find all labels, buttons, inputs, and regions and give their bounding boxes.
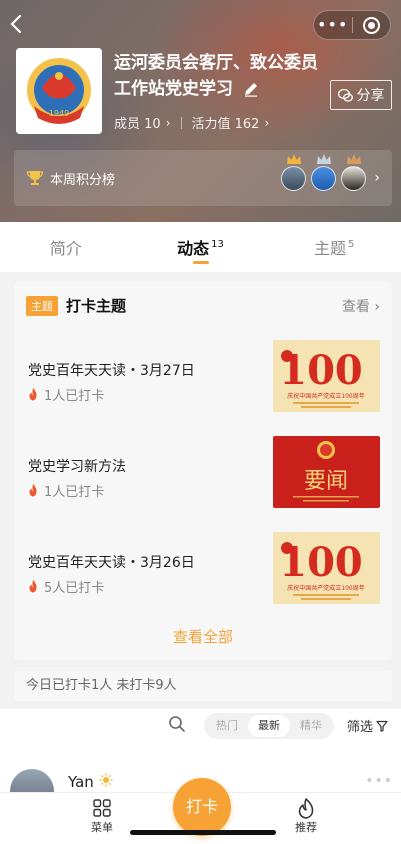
news-image: 要闻 — [273, 436, 380, 508]
segment-latest[interactable]: 最新 — [248, 715, 290, 737]
segment-featured[interactable]: 精华 — [290, 715, 332, 737]
top-ranked-avatars — [281, 153, 367, 191]
svg-text:庆祝中国共产党成立100周年: 庆祝中国共产党成立100周年 — [287, 392, 364, 400]
weekly-rank-bar[interactable]: 本周积分榜 › — [14, 150, 392, 206]
grid-menu-icon — [93, 799, 111, 817]
rank-avatar-1 — [281, 153, 307, 191]
mini-program-capsule: ••• — [313, 10, 391, 40]
topic-item[interactable]: 党史学习新方法 1人已打卡 要闻 — [14, 436, 392, 510]
feed-user-name-text: Yan — [68, 773, 94, 791]
topic-item-title: 党史百年天天读・3月26日 — [28, 555, 195, 571]
topic-item-title: 党史百年天天读・3月27日 — [28, 363, 195, 379]
filter-button[interactable]: 筛选 — [347, 716, 388, 735]
stats-divider — [180, 116, 182, 129]
sort-segmented-control: 热门 最新 精华 — [204, 713, 334, 739]
svg-text:要闻: 要闻 — [304, 469, 348, 494]
home-indicator — [130, 830, 276, 835]
tab-feed-count: 13 — [211, 239, 224, 250]
rank-avatar-2 — [311, 153, 337, 191]
chevron-left-icon — [10, 14, 22, 34]
search-icon[interactable] — [168, 715, 186, 733]
tab-feed-label: 动态 — [177, 239, 210, 258]
feed-filter-row: 热门 最新 精华 筛选 — [0, 709, 401, 743]
chevron-right-icon: › — [374, 299, 380, 315]
topic-item-count-text: 5人已打卡 — [44, 581, 105, 596]
flame-icon — [29, 388, 37, 401]
group-name: 运河委员会客厅、致公委员工作站党史学习 — [114, 50, 324, 102]
more-menu-button[interactable]: ••• — [314, 11, 352, 39]
topic-item-title: 党史学习新方法 — [28, 459, 126, 475]
target-icon — [362, 16, 380, 34]
chevron-right-icon: › — [264, 115, 270, 130]
more-dots-icon: ••• — [317, 15, 349, 34]
share-button[interactable]: 分享 — [330, 80, 392, 110]
view-all-link[interactable]: 查看全部 — [14, 626, 392, 647]
chevron-right-icon: › — [374, 170, 380, 186]
group-logo: 1949 — [16, 48, 102, 134]
share-label: 分享 — [356, 88, 385, 104]
topic-item-count: 1人已打卡 — [28, 385, 104, 404]
centenary-image: 100 庆祝中国共产党成立100周年 — [273, 532, 380, 604]
topic-item-count-text: 1人已打卡 — [44, 485, 105, 500]
feed-user-name[interactable]: Yan — [68, 773, 113, 791]
menu-button[interactable]: 菜单 — [72, 797, 132, 835]
flame-outline-icon — [298, 797, 314, 819]
topic-item[interactable]: 党史百年天天读・3月27日 1人已打卡 100 庆祝中国共产党成立100周年 — [14, 340, 392, 414]
trophy-icon — [26, 171, 44, 185]
tab-feed[interactable]: 动态 13 — [134, 222, 268, 272]
weekly-rank-label: 本周积分榜 — [50, 172, 116, 188]
wechat-icon — [337, 88, 353, 102]
topics-header: 主题 打卡主题 — [26, 295, 126, 316]
view-topics-link[interactable]: 查看 › — [342, 296, 380, 316]
topics-title: 打卡主题 — [66, 297, 127, 315]
topic-tag-badge: 主题 — [26, 295, 58, 316]
filter-funnel-icon — [376, 720, 388, 732]
checkin-topics-card: 主题 打卡主题 查看 › 党史百年天天读・3月27日 1人已打卡 100 庆祝中… — [14, 282, 392, 660]
group-header: ••• 1949 运河委员会客厅、致公委员工作站党史学习 分享 成员 10 › … — [0, 0, 401, 222]
svg-text:1949: 1949 — [49, 109, 69, 118]
activity-label: 活力值 162 — [191, 117, 260, 132]
topic-thumbnail: 100 庆祝中国共产党成立100周年 — [273, 532, 380, 604]
sun-icon — [99, 773, 113, 787]
cppcc-emblem-icon: 1949 — [16, 48, 102, 134]
topic-item-count-text: 1人已打卡 — [44, 389, 105, 404]
tab-intro[interactable]: 简介 — [0, 222, 134, 272]
filter-label: 筛选 — [347, 720, 374, 735]
tab-topics[interactable]: 主题 5 — [267, 222, 401, 272]
crown-gold-icon — [287, 153, 302, 164]
tab-bar: 简介 动态 13 主题 5 — [0, 222, 401, 272]
group-name-text: 运河委员会客厅、致公委员工作站党史学习 — [114, 53, 318, 99]
topic-item-count: 5人已打卡 — [28, 577, 104, 596]
rank-avatar-3 — [341, 153, 367, 191]
more-dots-icon[interactable]: ••• — [365, 773, 393, 789]
flame-icon — [29, 484, 37, 497]
topic-item[interactable]: 党史百年天天读・3月26日 5人已打卡 100 庆祝中国共产党成立100周年 — [14, 532, 392, 606]
recommend-button[interactable]: 推荐 — [276, 797, 336, 835]
topic-item-count: 1人已打卡 — [28, 481, 104, 500]
group-stats: 成员 10 › 活力值 162 › — [114, 113, 270, 133]
tab-intro-label: 简介 — [49, 239, 82, 258]
close-mini-program-button[interactable] — [353, 16, 391, 34]
activity-stat[interactable]: 活力值 162 › — [191, 113, 270, 133]
chevron-right-icon: › — [165, 115, 171, 130]
checkin-status-bar[interactable]: 今日已打卡1人 未打卡9人 — [14, 671, 392, 701]
centenary-image: 100 庆祝中国共产党成立100周年 — [273, 340, 380, 412]
tab-topics-label: 主题 — [313, 239, 346, 258]
back-button[interactable] — [10, 14, 34, 42]
tab-topics-count: 5 — [348, 239, 355, 250]
members-stat[interactable]: 成员 10 › — [114, 113, 171, 133]
recommend-label: 推荐 — [295, 821, 317, 834]
crown-silver-icon — [317, 153, 332, 164]
topic-thumbnail: 要闻 — [273, 436, 380, 508]
flame-icon — [29, 580, 37, 593]
view-label: 查看 — [341, 299, 370, 315]
svg-text:庆祝中国共产党成立100周年: 庆祝中国共产党成立100周年 — [287, 584, 364, 592]
crown-bronze-icon — [347, 153, 362, 164]
segment-hot[interactable]: 热门 — [206, 715, 248, 737]
topic-thumbnail: 100 庆祝中国共产党成立100周年 — [273, 340, 380, 412]
menu-label: 菜单 — [91, 821, 113, 834]
members-label: 成员 10 — [114, 117, 161, 132]
checkin-button[interactable]: 打卡 — [173, 778, 231, 836]
edit-icon[interactable] — [243, 81, 259, 97]
